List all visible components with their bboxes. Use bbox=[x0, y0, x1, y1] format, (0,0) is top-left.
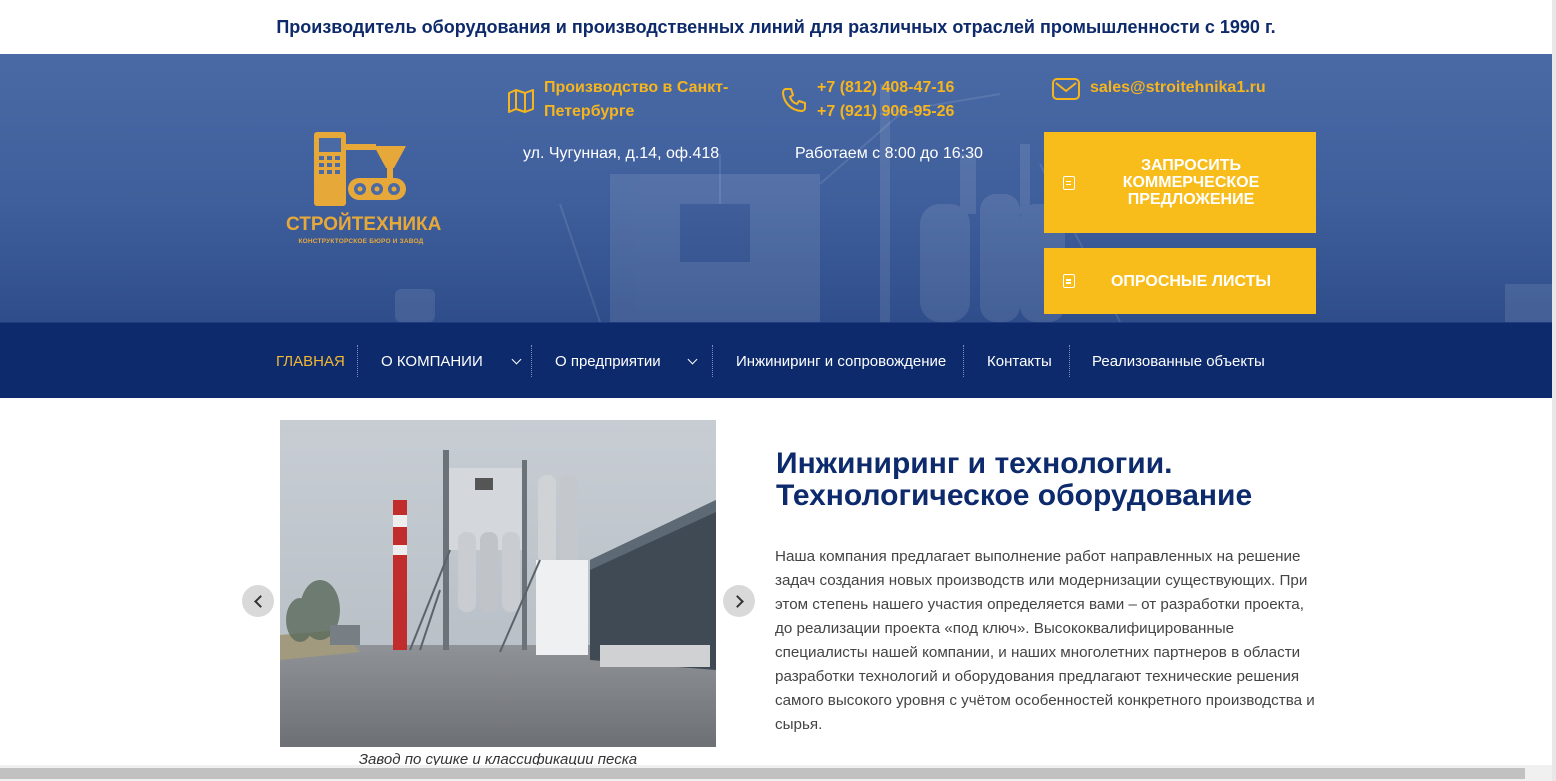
request-offer-label-3: ПРЕДЛОЖЕНИЕ bbox=[1127, 191, 1255, 208]
phone-numbers: +7 (812) 408-47-16 +7 (921) 906-95-26 bbox=[817, 76, 954, 124]
factory-machine-icon bbox=[314, 132, 406, 206]
intro-paragraph: Наша компания предлагает выполнение рабо… bbox=[775, 548, 1315, 733]
nav-item-label: О предприятии bbox=[555, 352, 661, 370]
company-tagline: Производитель оборудования и производств… bbox=[276, 16, 1276, 37]
nav-item-label: Контакты bbox=[987, 352, 1052, 370]
email-link[interactable]: sales@stroitehnika1.ru bbox=[1090, 76, 1266, 100]
location-line2: Петербурге bbox=[544, 103, 635, 120]
image-slider[interactable] bbox=[280, 420, 716, 747]
document-icon bbox=[1063, 175, 1075, 190]
page-title-line1: Инжиниринг и технологии. bbox=[776, 447, 1173, 480]
nav-item-label: Инжиниринг и сопровождение bbox=[736, 352, 947, 370]
request-offer-label-2: КОММЕРЧЕСКОЕ bbox=[1122, 174, 1260, 191]
nav-item-about-enterprise[interactable]: О предприятии bbox=[555, 323, 698, 399]
hero-background-plant bbox=[395, 84, 1555, 322]
phone-link-1[interactable]: +7 (812) 408-47-16 bbox=[817, 76, 954, 100]
main-navigation: ГЛАВНАЯ О КОМПАНИИ О предприятии Инжинир… bbox=[0, 322, 1552, 398]
request-offer-label-1: ЗАПРОСИТЬ bbox=[1140, 157, 1242, 174]
nav-separator bbox=[357, 345, 358, 377]
document-icon bbox=[1063, 274, 1075, 288]
page-title-line2: Технологическое оборудование bbox=[776, 479, 1253, 512]
chevron-left-icon bbox=[253, 594, 267, 608]
working-hours: Работаем с 8:00 до 16:30 bbox=[795, 145, 983, 162]
nav-item-label: ГЛАВНАЯ bbox=[276, 352, 345, 370]
nav-separator bbox=[963, 345, 964, 377]
horizontal-scrollbar[interactable] bbox=[0, 765, 1552, 781]
map-icon bbox=[508, 89, 534, 113]
logo-wordmark: СТРОЙТЕХНИКА bbox=[286, 214, 442, 235]
request-offer-button[interactable]: ЗАПРОСИТЬ КОММЕРЧЕСКОЕ ПРЕДЛОЖЕНИЕ bbox=[1044, 132, 1316, 233]
top-tagline-bar: Производитель оборудования и производств… bbox=[0, 0, 1552, 54]
nav-separator bbox=[531, 345, 532, 377]
nav-item-about-company[interactable]: О КОМПАНИИ bbox=[381, 323, 522, 399]
location-line1: Производство в Санкт- bbox=[544, 79, 729, 96]
nav-item-contacts[interactable]: Контакты bbox=[987, 323, 1052, 399]
slider-prev-button[interactable] bbox=[242, 585, 274, 617]
nav-item-engineering[interactable]: Инжиниринг и сопровождение bbox=[736, 323, 946, 399]
chevron-down-icon bbox=[511, 354, 522, 364]
location-title: Производство в Санкт- Петербурге bbox=[544, 76, 728, 124]
page-title: Инжиниринг и технологии. Технологическое… bbox=[776, 448, 1316, 512]
nav-item-home[interactable]: ГЛАВНАЯ bbox=[276, 323, 345, 399]
header-hero: СТРОЙТЕХНИКА КОНСТРУКТОРСКОЕ БЮРО И ЗАВО… bbox=[0, 54, 1556, 322]
chevron-right-icon bbox=[730, 594, 744, 608]
slide-image-plant bbox=[280, 420, 716, 747]
nav-separator bbox=[1069, 345, 1070, 377]
vertical-scrollbar[interactable] bbox=[1552, 0, 1556, 781]
nav-item-projects[interactable]: Реализованные объекты bbox=[1092, 323, 1265, 399]
scrollbar-thumb[interactable] bbox=[0, 768, 1525, 779]
nav-item-label: Реализованные объекты bbox=[1092, 352, 1265, 370]
questionnaire-label: ОПРОСНЫЕ ЛИСТЫ bbox=[1110, 272, 1272, 290]
nav-item-label: О КОМПАНИИ bbox=[381, 352, 483, 370]
address-text: ул. Чугунная, д.14, оф.418 bbox=[523, 145, 720, 162]
slider-next-button[interactable] bbox=[723, 585, 755, 617]
company-logo[interactable]: СТРОЙТЕХНИКА КОНСТРУКТОРСКОЕ БЮРО И ЗАВО… bbox=[286, 130, 442, 248]
logo-subtitle: КОНСТРУКТОРСКОЕ БЮРО И ЗАВОД bbox=[298, 238, 424, 245]
questionnaire-button[interactable]: ОПРОСНЫЕ ЛИСТЫ bbox=[1044, 248, 1316, 314]
chevron-down-icon bbox=[687, 354, 698, 364]
phone-icon bbox=[782, 88, 806, 112]
envelope-icon bbox=[1052, 78, 1080, 100]
phone-link-2[interactable]: +7 (921) 906-95-26 bbox=[817, 100, 954, 124]
nav-separator bbox=[712, 345, 713, 377]
